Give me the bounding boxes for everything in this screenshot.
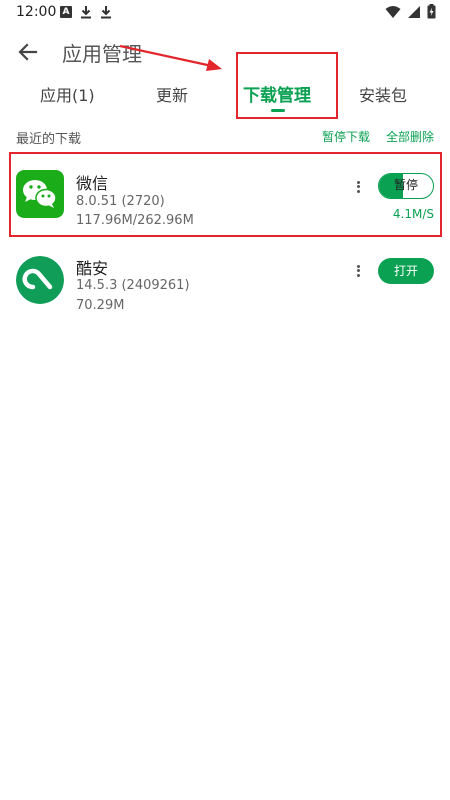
status-time: 12:00 — [16, 4, 57, 20]
signal-icon — [408, 5, 420, 18]
annotation-box-item — [9, 152, 442, 237]
app-version: 14.5.3 (2409261) — [76, 278, 190, 293]
a-notification-icon: A — [60, 6, 72, 18]
tab-updates[interactable]: 更新 — [156, 82, 188, 106]
tab-bar: 应用(1) 更新 下载管理 安装包 — [0, 76, 450, 120]
coolapk-icon — [16, 256, 64, 304]
status-icons-right — [385, 4, 436, 19]
download-icon — [81, 6, 91, 19]
annotation-box-tab — [236, 52, 338, 119]
app-size: 70.29M — [76, 298, 125, 313]
download-icon — [101, 6, 111, 19]
delete-all-button[interactable]: 全部删除 — [386, 128, 434, 145]
tab-apps[interactable]: 应用(1) — [40, 82, 95, 106]
tab-packages[interactable]: 安装包 — [359, 82, 407, 106]
more-options-icon[interactable] — [352, 263, 364, 281]
annotation-arrow — [119, 44, 222, 71]
app-name: 酷安 — [76, 259, 109, 278]
status-bar: 12:00 A — [0, 0, 450, 26]
open-button[interactable]: 打开 — [378, 258, 434, 284]
arrow-left-icon[interactable] — [16, 40, 40, 64]
section-header: 最近的下载 暂停下载 全部删除 — [0, 128, 450, 148]
wifi-icon — [385, 5, 401, 18]
pause-all-button[interactable]: 暂停下载 — [322, 128, 370, 145]
status-icons-left: A — [60, 5, 112, 19]
app-bar: 应用管理 — [0, 30, 450, 76]
section-title: 最近的下载 — [16, 132, 82, 147]
battery-icon — [427, 4, 436, 19]
page-title: 应用管理 — [62, 42, 142, 66]
list-item[interactable]: 酷安 14.5.3 (2409261) 70.29M 打开 — [0, 242, 450, 322]
